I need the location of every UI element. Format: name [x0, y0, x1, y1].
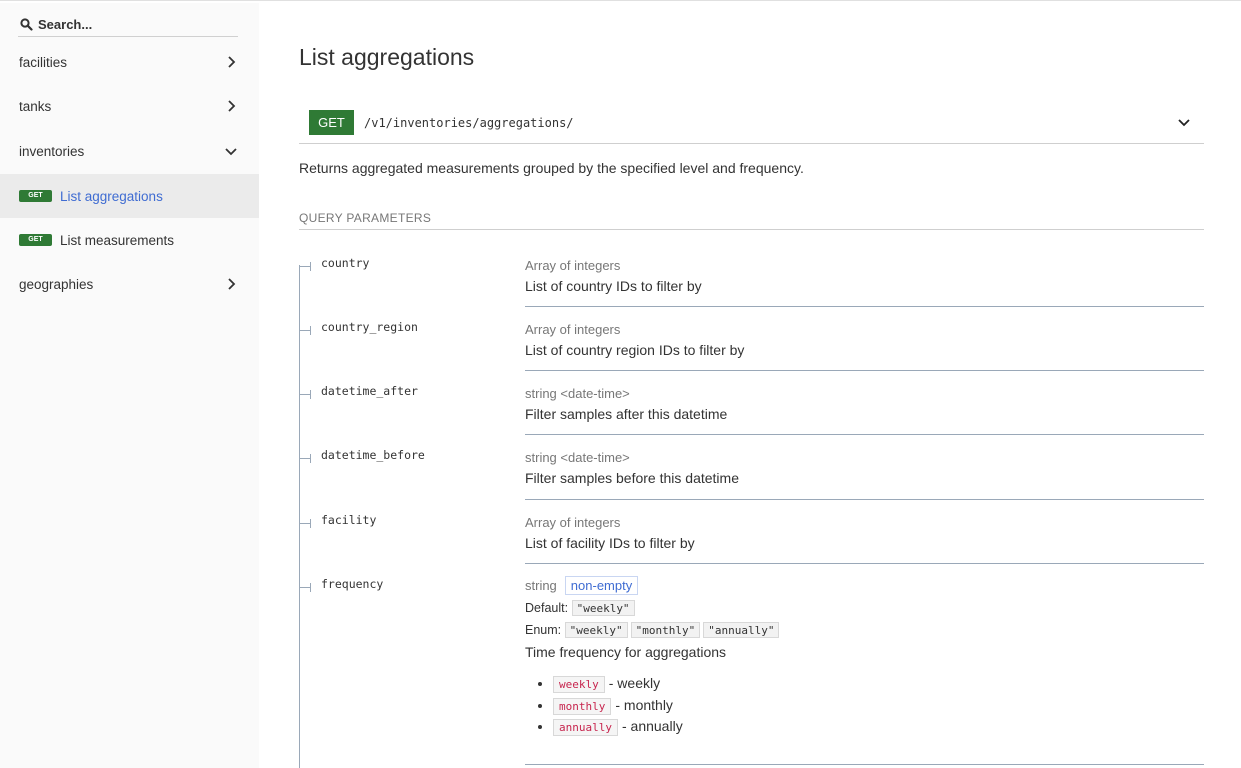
default-value: "weekly": [571, 600, 635, 616]
default-label: Default:: [525, 601, 569, 615]
sidebar-item-geographies[interactable]: geographies: [0, 262, 259, 306]
param-type-row: string non-empty: [525, 576, 1204, 595]
default-row: Default: "weekly": [525, 597, 1204, 619]
tree-branch: [299, 583, 311, 592]
chevron-right-icon: [228, 278, 236, 290]
option-code: monthly: [553, 697, 612, 715]
enum-label: Enum:: [525, 623, 562, 637]
param-type: Array of integers: [525, 515, 621, 530]
chevron-right-icon: [228, 100, 236, 112]
sidebar-item-tanks[interactable]: tanks: [0, 84, 259, 128]
constraint-badge: non-empty: [564, 576, 639, 595]
param-description: List of country region IDs to filter by: [525, 342, 745, 358]
param-name: country_region: [321, 320, 418, 334]
tree-branch: [299, 262, 311, 271]
get-method-badge: GET: [19, 190, 52, 202]
sidebar-item-label: List aggregations: [60, 188, 163, 204]
param-details: Array of integers List of country IDs to…: [525, 256, 1204, 297]
param-details: string <date-time> Filter samples after …: [525, 384, 1204, 425]
list-item: annually- annually: [553, 716, 1204, 738]
sidebar-item-facilities[interactable]: facilities: [0, 40, 259, 84]
divider: [525, 499, 1204, 500]
sidebar-item-label: tanks: [19, 98, 52, 114]
divider: [525, 563, 1204, 564]
divider: [525, 306, 1204, 307]
chevron-right-icon: [228, 56, 236, 68]
params-tree-line: [299, 265, 300, 768]
list-item: weekly- weekly: [553, 673, 1204, 695]
param-name: frequency: [321, 577, 384, 591]
option-text: - monthly: [615, 696, 673, 713]
sidebar-item-inventories[interactable]: inventories: [0, 129, 259, 173]
enum-value: "weekly": [564, 622, 628, 638]
divider: [525, 370, 1204, 371]
page-title: List aggregations: [299, 44, 475, 70]
param-details: Array of integers List of facility IDs t…: [525, 513, 1204, 554]
param-name: datetime_before: [321, 448, 425, 462]
param-details: string <date-time> Filter samples before…: [525, 448, 1204, 489]
param-type: string: [525, 578, 557, 593]
tree-branch: [299, 390, 311, 399]
sidebar: facilities tanks inventories GET List ag…: [0, 3, 259, 768]
search-input[interactable]: [38, 17, 228, 32]
endpoint-description: Returns aggregated measurements grouped …: [299, 160, 804, 176]
divider: [525, 434, 1204, 435]
param-description: Filter samples before this datetime: [525, 470, 739, 486]
sidebar-item-label: facilities: [19, 54, 68, 70]
param-type: Array of integers: [525, 258, 621, 273]
param-name: country: [321, 256, 370, 270]
param-type: string <date-time>: [525, 386, 630, 401]
query-parameters-heading: QUERY PARAMETERS: [299, 211, 1204, 230]
tree-branch: [299, 326, 311, 335]
sidebar-item-label: geographies: [19, 276, 94, 292]
http-method-badge: GET: [309, 110, 354, 135]
sidebar-item-label: inventories: [19, 143, 85, 159]
tree-branch: [299, 454, 311, 463]
enum-value: "annually": [703, 622, 780, 638]
option-code: weekly: [553, 676, 605, 693]
chevron-down-icon[interactable]: [1176, 114, 1192, 130]
sidebar-item-label: List measurements: [60, 232, 175, 248]
search-box[interactable]: [18, 13, 238, 37]
divider: [525, 764, 1204, 765]
param-details: Array of integers List of country region…: [525, 320, 1204, 361]
param-type: Array of integers: [525, 322, 621, 337]
param-type: string <date-time>: [525, 450, 630, 465]
param-description: List of country IDs to filter by: [525, 278, 702, 294]
enum-row: Enum: "weekly" "monthly" "annually": [525, 619, 1204, 641]
search-icon: [18, 17, 34, 33]
endpoint-bar[interactable]: GET /v1/inventories/aggregations/: [299, 102, 1204, 144]
param-name: datetime_after: [321, 384, 418, 398]
enum-options-list: weekly- weekly monthly- monthly annually…: [553, 673, 1204, 738]
param-description: Filter samples after this datetime: [525, 406, 728, 422]
param-details: string non-empty Default: "weekly" Enum: …: [525, 576, 1204, 738]
endpoint-path: /v1/inventories/aggregations/: [364, 115, 574, 130]
option-code: annually: [553, 719, 618, 736]
enum-value: "monthly": [630, 622, 701, 638]
option-text: - annually: [621, 718, 683, 734]
param-description: Time frequency for aggregations: [525, 644, 727, 660]
tree-branch: [299, 519, 311, 528]
get-method-badge: GET: [19, 234, 52, 246]
sidebar-item-list-aggregations[interactable]: GET List aggregations: [0, 174, 259, 218]
chevron-down-icon: [225, 148, 237, 156]
param-description: List of facility IDs to filter by: [525, 535, 695, 551]
param-name: facility: [321, 513, 377, 527]
option-text: - weekly: [608, 675, 661, 691]
sidebar-item-list-measurements[interactable]: GET List measurements: [0, 218, 259, 262]
list-item: monthly- monthly: [553, 695, 1204, 717]
